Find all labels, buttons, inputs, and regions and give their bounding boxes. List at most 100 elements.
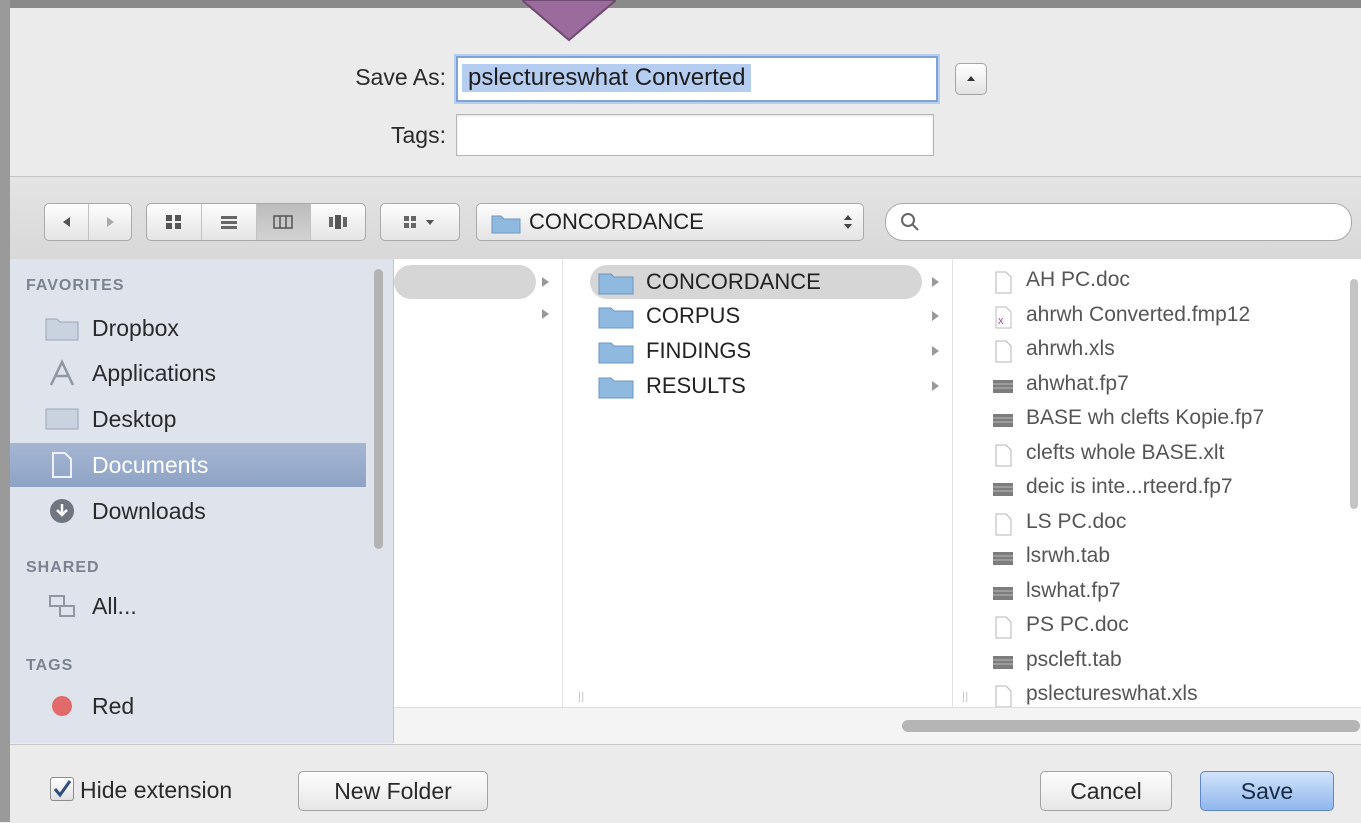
network-icon	[44, 592, 80, 620]
column-1	[394, 259, 563, 707]
file-label: ahwhat.fp7	[1026, 371, 1129, 395]
folder-label: RESULTS	[646, 373, 746, 398]
back-button[interactable]	[45, 204, 89, 240]
column-view-icon	[273, 215, 294, 229]
cancel-button[interactable]: Cancel	[1040, 771, 1172, 811]
search-field[interactable]	[885, 203, 1352, 241]
sidebar-item-desktop[interactable]: Desktop	[10, 397, 366, 441]
chevron-up-icon	[967, 76, 975, 81]
column-resize-handle[interactable]: ||	[578, 689, 584, 703]
search-icon	[901, 213, 919, 231]
arrange-icon	[404, 216, 434, 228]
disclosure-arrow-icon	[932, 311, 939, 321]
window-left-edge	[0, 0, 10, 822]
file-label: AH PC.doc	[1026, 268, 1130, 291]
hide-extension-checkbox[interactable]	[50, 777, 74, 801]
sidebar-item-label: Applications	[92, 360, 217, 386]
folder-icon	[491, 215, 521, 234]
database-file-icon	[993, 552, 1013, 565]
expand-dialog-button[interactable]	[955, 63, 987, 95]
document-icon	[995, 340, 1012, 363]
column-view-button[interactable]	[256, 204, 312, 240]
arrange-menu-inner	[381, 204, 459, 240]
document-icon	[995, 616, 1012, 639]
sidebar-item-tag-red[interactable]: Red	[10, 684, 366, 728]
save-form: Save As: pslectureswhat Converted Tags:	[10, 8, 1361, 176]
pointer-triangle-icon	[522, 0, 616, 42]
sidebar-item-label: Red	[92, 693, 135, 719]
database-file-icon	[993, 483, 1013, 496]
cover-flow-view-button[interactable]	[311, 204, 365, 240]
tags-field[interactable]	[456, 114, 934, 156]
checkmark-icon	[53, 780, 72, 798]
column-3: AH PC.doc x ahrwh Converted.fmp12 ahrwh.xls…	[952, 259, 1361, 708]
forward-arrow-icon	[107, 217, 114, 227]
applications-icon	[44, 359, 80, 387]
sidebar-item-applications[interactable]: Applications	[10, 351, 366, 395]
tags-header: TAGS	[26, 657, 74, 674]
file-label: ahrwh Converted.fmp12	[1026, 302, 1251, 326]
folder-icon	[598, 377, 634, 399]
view-mode-segment	[146, 203, 366, 241]
file-label: BASE wh clefts Kopie.fp7	[1026, 406, 1265, 429]
forward-button[interactable]	[89, 204, 131, 240]
navigation-segment	[44, 203, 132, 241]
column-2: CONCORDANCE CORPUS FINDINGS RESULTS ||	[562, 259, 953, 707]
downloads-icon	[44, 497, 80, 525]
desktop-icon	[44, 405, 80, 433]
dialog-footer: Hide extension New Folder Cancel Save	[10, 744, 1361, 823]
sidebar-item-label: Dropbox	[92, 315, 179, 341]
file-label: clefts whole BASE.xlt	[1026, 440, 1225, 464]
sidebar-scrollbar[interactable]	[374, 269, 383, 549]
red-tag-icon	[44, 692, 80, 720]
vertical-scrollbar[interactable]	[1350, 279, 1358, 509]
column-resize-handle[interactable]: ||	[962, 689, 968, 703]
save-as-field[interactable]: pslectureswhat Converted	[456, 56, 938, 102]
sidebar-item-dropbox[interactable]: Dropbox	[10, 306, 366, 350]
database-file-icon	[993, 655, 1013, 669]
toolbar: CONCORDANCE	[10, 176, 1361, 260]
sidebar-item-label: Documents	[92, 452, 209, 478]
database-file-icon	[993, 379, 1013, 393]
filemaker-file-icon: x	[995, 306, 1012, 328]
list-view-icon	[220, 216, 237, 229]
location-label: CONCORDANCE	[529, 209, 704, 234]
sidebar-item-documents[interactable]: Documents	[10, 443, 366, 487]
svg-text:x: x	[998, 315, 1004, 327]
shared-header: SHARED	[26, 559, 100, 576]
document-icon	[995, 685, 1012, 708]
folder-icon	[598, 273, 634, 295]
document-icon	[995, 444, 1012, 466]
save-as-value: pslectureswhat Converted	[462, 64, 752, 92]
file-label: ahrwh.xls	[1026, 337, 1115, 360]
window-top-edge	[0, 0, 1361, 8]
tags-label: Tags:	[391, 122, 446, 148]
folder-icon	[44, 314, 80, 342]
document-icon	[995, 513, 1012, 535]
new-folder-button[interactable]: New Folder	[298, 771, 488, 811]
sidebar: FAVORITES Dropbox Applications Desktop D…	[10, 259, 394, 743]
sidebar-item-label: Downloads	[92, 498, 206, 524]
icon-view-icon	[165, 215, 181, 229]
sidebar-item-downloads[interactable]: Downloads	[10, 489, 366, 533]
file-label: lswhat.fp7	[1026, 578, 1121, 602]
column-1-selection[interactable]	[394, 265, 536, 299]
icon-view-button[interactable]	[147, 204, 202, 240]
sidebar-item-all[interactable]: All...	[10, 584, 366, 628]
database-file-icon	[993, 586, 1013, 600]
up-down-chevron-icon	[844, 215, 852, 229]
back-arrow-icon	[62, 217, 70, 227]
database-file-icon	[993, 414, 1013, 427]
location-popup[interactable]: CONCORDANCE	[476, 203, 864, 241]
favorites-header: FAVORITES	[26, 277, 125, 294]
folder-icon	[598, 342, 634, 364]
horizontal-scrollbar[interactable]	[902, 720, 1360, 732]
list-view-button[interactable]	[202, 204, 257, 240]
file-label: pslectureswhat.xls	[1026, 682, 1198, 705]
disclosure-arrow-icon	[932, 346, 939, 356]
file-label: deic is inte...rteerd.fp7	[1026, 475, 1233, 498]
arrange-menu-button[interactable]	[380, 203, 460, 241]
save-button[interactable]: Save	[1200, 771, 1334, 811]
file-label: LS PC.doc	[1026, 509, 1127, 533]
sidebar-item-label: All...	[92, 593, 137, 619]
